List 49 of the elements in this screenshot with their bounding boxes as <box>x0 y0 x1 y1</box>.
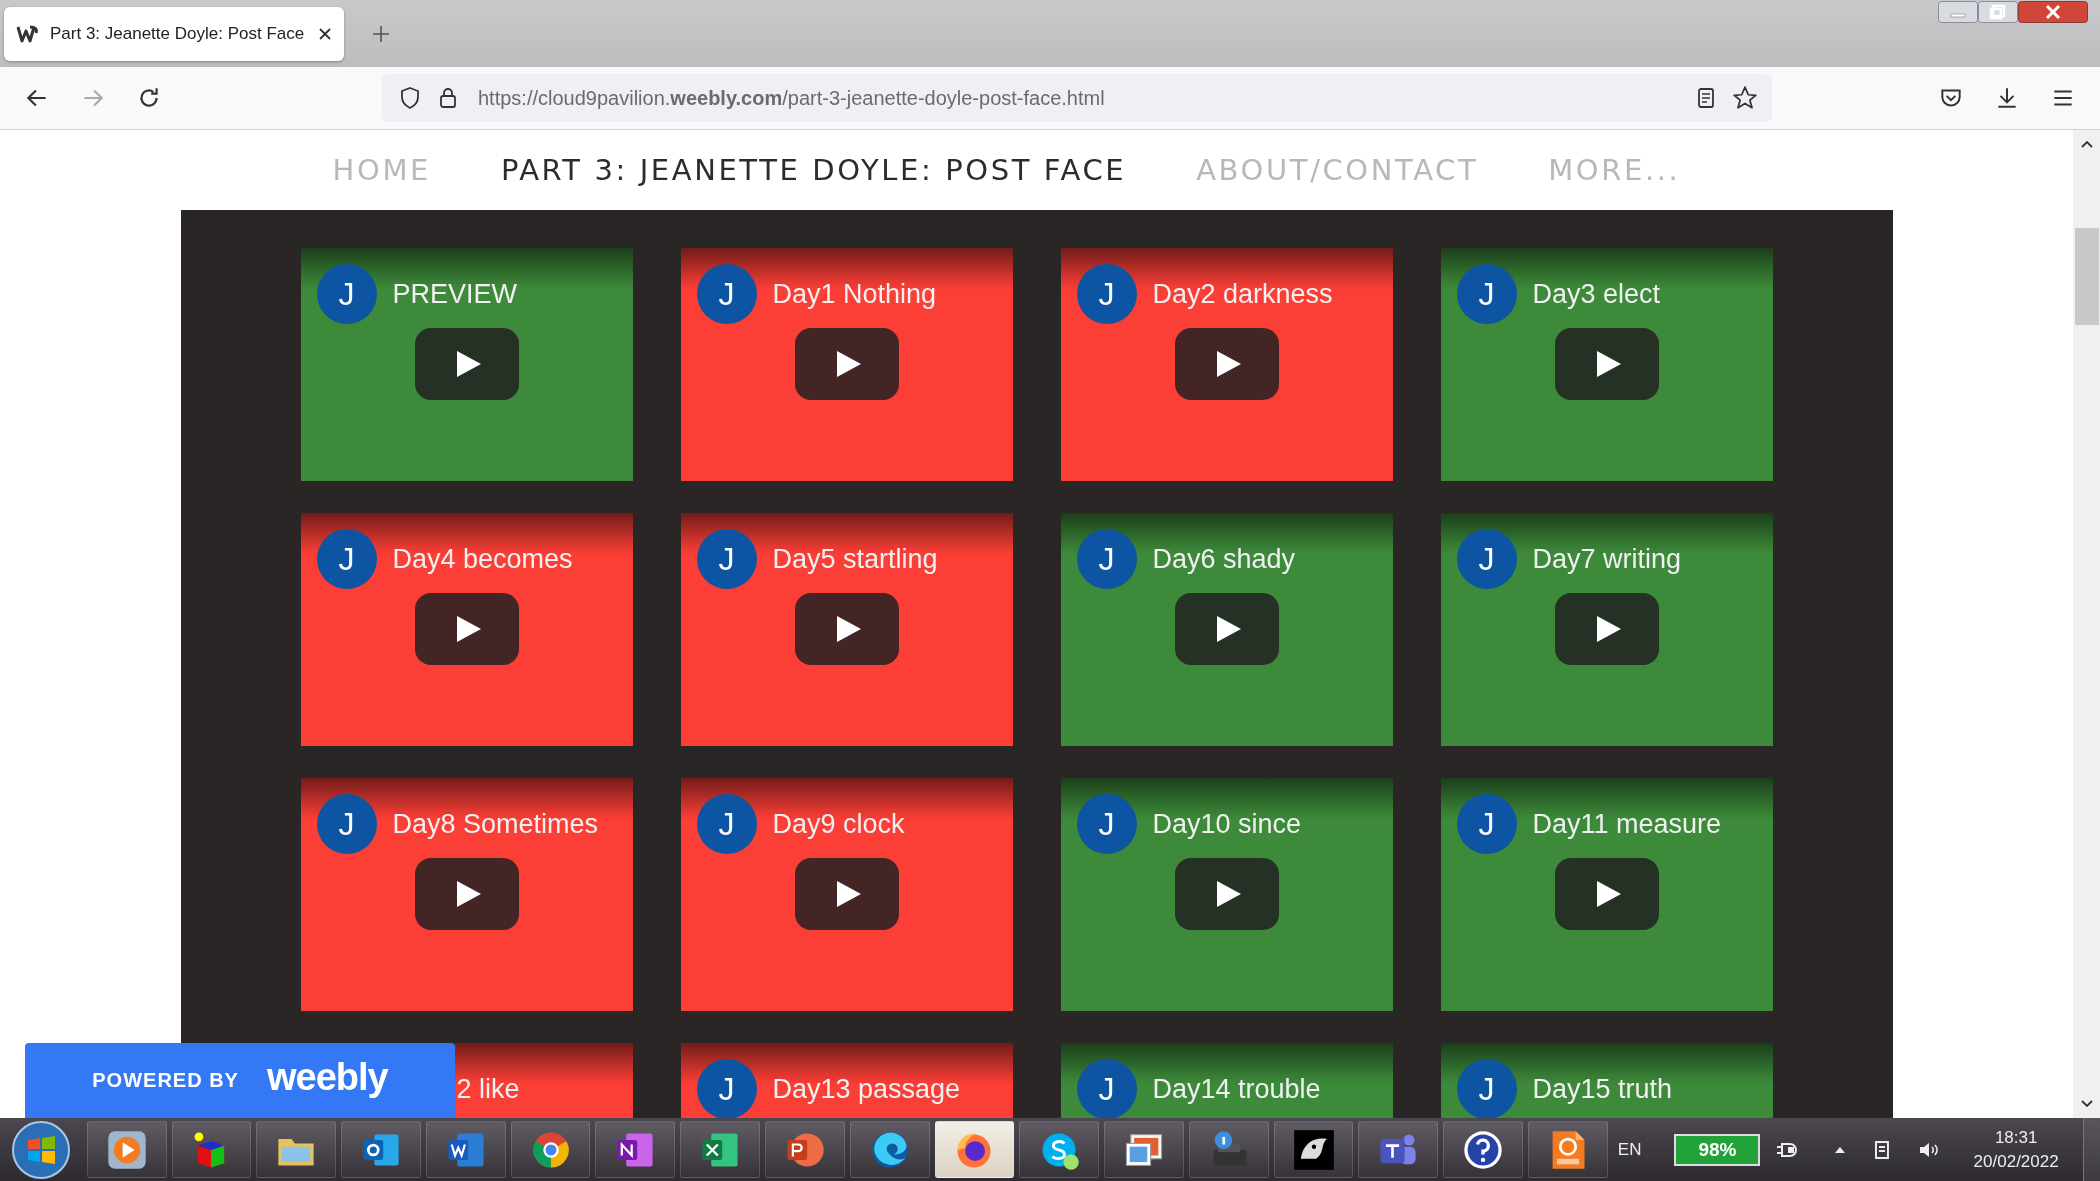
video-title[interactable]: Day11 measure <box>1532 808 1722 840</box>
channel-avatar[interactable]: J <box>696 794 757 854</box>
video-thumbnail[interactable]: J Day6 shady <box>1060 513 1393 746</box>
video-title[interactable]: Day14 trouble <box>1152 1073 1321 1105</box>
channel-avatar[interactable]: J <box>316 529 377 589</box>
channel-avatar[interactable]: J <box>1456 264 1517 324</box>
channel-avatar[interactable]: J <box>696 529 757 589</box>
video-thumbnail[interactable]: J Day14 trouble <box>1060 1043 1393 1118</box>
banner-label: POWERED BY <box>92 1069 239 1092</box>
channel-avatar[interactable]: J <box>316 794 377 854</box>
video-thumbnail[interactable]: J Day1 Nothing <box>680 248 1013 481</box>
language-indicator[interactable]: EN <box>1617 1139 1642 1160</box>
channel-avatar[interactable]: J <box>1456 794 1517 854</box>
browser-tab[interactable]: Part 3: Jeanette Doyle: Post Face <box>4 6 344 61</box>
tab-title: Part 3: Jeanette Doyle: Post Face <box>50 23 306 44</box>
address-bar[interactable]: https://cloud9pavilion.weebly.com/part-3-jeanette-doyle-post-face.html <box>382 74 1772 122</box>
video-thumbnail[interactable]: J Day9 clock <box>680 778 1013 1011</box>
video-thumbnail[interactable]: J Day10 since <box>1060 778 1393 1011</box>
video-thumbnail[interactable]: J Day3 elect <box>1440 248 1773 481</box>
video-thumbnail[interactable]: J Day5 startling <box>680 513 1013 746</box>
channel-avatar[interactable]: J <box>696 264 757 324</box>
video-title[interactable]: Day6 shady <box>1152 543 1296 575</box>
video-thumbnail[interactable]: J Day15 truth <box>1440 1043 1773 1118</box>
video-title[interactable]: PREVIEW <box>392 278 518 310</box>
channel-avatar[interactable]: J <box>316 264 377 324</box>
channel-avatar[interactable]: J <box>1076 1059 1137 1118</box>
channel-avatar[interactable]: J <box>1456 529 1517 589</box>
url-text: https://cloud9pavilion.weebly.com/part-3-jeanette-doyle-post-face.html <box>478 86 1105 110</box>
clock-date[interactable]: 20/02/2022 <box>1973 1151 2059 1172</box>
channel-avatar[interactable]: J <box>1456 1059 1517 1118</box>
clock-time[interactable]: 18:31 <box>1994 1127 2038 1148</box>
channel-avatar[interactable]: J <box>1076 264 1137 324</box>
video-title[interactable]: Day3 elect <box>1532 278 1661 310</box>
video-title[interactable]: Day15 truth <box>1532 1073 1673 1105</box>
video-thumbnail[interactable]: J Day4 becomes <box>300 513 633 746</box>
video-thumbnail[interactable]: J Day2 darkness <box>1060 248 1393 481</box>
video-thumbnail[interactable]: J Day11 measure <box>1440 778 1773 1011</box>
channel-avatar[interactable]: J <box>696 1059 757 1118</box>
brand-logo: weebly <box>266 1056 388 1099</box>
powered-by-banner[interactable]: POWERED BY weebly <box>25 1043 455 1118</box>
nav-link[interactable]: PART 3: JEANETTE DOYLE: POST FACE <box>500 153 1127 187</box>
video-title[interactable]: Day7 writing <box>1532 543 1682 575</box>
video-thumbnail[interactable]: J Day13 passage <box>680 1043 1013 1118</box>
video-thumbnail[interactable]: J PREVIEW <box>300 248 633 481</box>
channel-avatar[interactable]: J <box>1076 794 1137 854</box>
channel-avatar[interactable]: J <box>1076 529 1137 589</box>
video-title[interactable]: Day10 since <box>1152 808 1302 840</box>
video-thumbnail[interactable]: J Day7 writing <box>1440 513 1773 746</box>
video-thumbnail[interactable]: J Day8 Sometimes <box>300 778 633 1011</box>
